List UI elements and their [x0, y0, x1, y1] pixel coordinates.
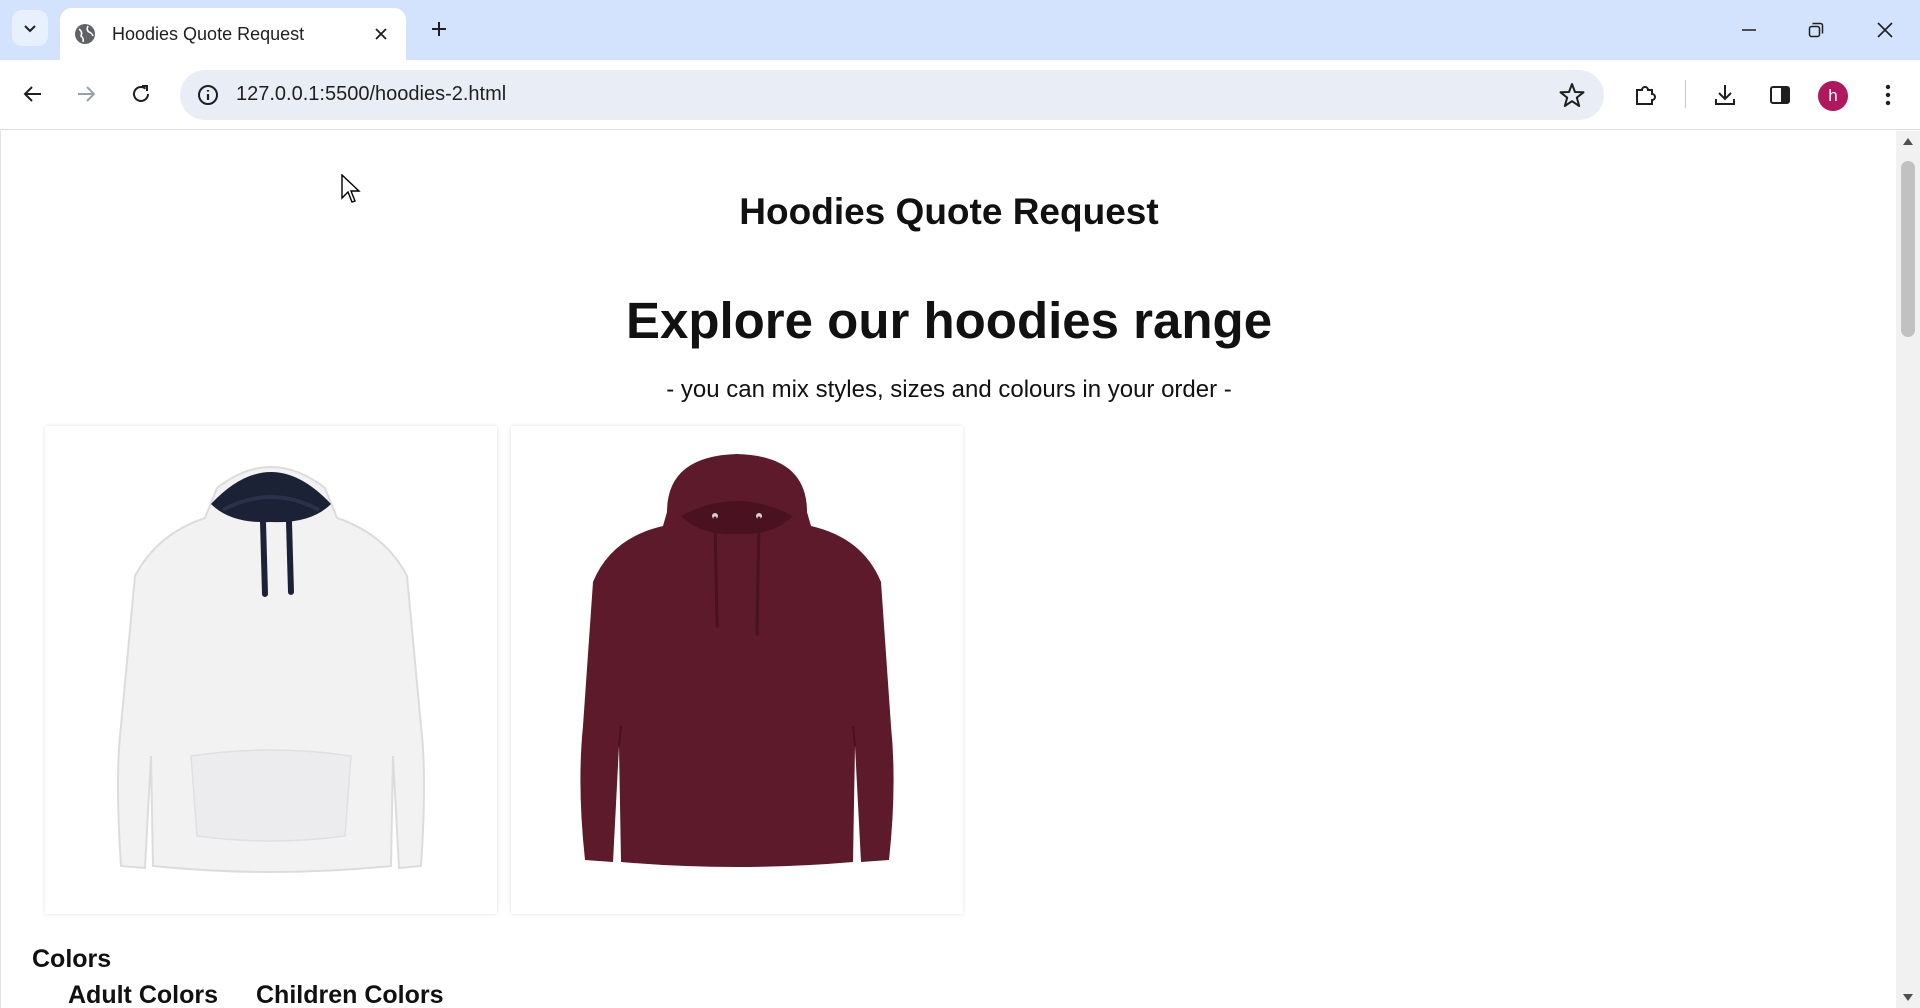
site-info-button[interactable]	[192, 79, 224, 111]
star-icon	[1559, 83, 1585, 107]
page-viewport: Hoodies Quote Request Explore our hoodie…	[0, 131, 1896, 1008]
bookmark-button[interactable]	[1558, 81, 1586, 109]
restore-button[interactable]	[1793, 10, 1839, 50]
minimize-icon	[1742, 29, 1756, 31]
reload-icon	[133, 85, 149, 102]
hero-title: Explore our hoodies range	[625, 292, 1273, 349]
minimize-button[interactable]	[1726, 10, 1772, 50]
arrow-right-icon	[78, 86, 96, 102]
side-panel-icon	[1770, 86, 1790, 104]
reload-button[interactable]	[120, 73, 162, 115]
page-title: Hoodies Quote Request	[739, 191, 1159, 232]
window-close-button[interactable]	[1862, 10, 1908, 50]
white-hoodie-image	[117, 466, 425, 873]
triangle-down-icon	[1903, 994, 1913, 1001]
scroll-down-button[interactable]	[1896, 988, 1920, 1008]
close-icon	[1877, 22, 1893, 38]
product-card[interactable]	[511, 426, 963, 914]
globe-icon	[75, 24, 95, 44]
profile-avatar[interactable]: h	[1818, 81, 1848, 111]
colors-heading: Colors	[32, 945, 112, 973]
product-card[interactable]	[45, 426, 497, 914]
scroll-up-button[interactable]	[1896, 131, 1920, 151]
restore-icon	[1808, 22, 1824, 38]
close-icon	[375, 28, 387, 40]
chevron-down-icon	[24, 25, 36, 33]
address-bar[interactable]: 127.0.0.1:5500/hoodies-2.html	[180, 70, 1604, 120]
mouse-cursor-icon	[341, 174, 361, 203]
hero-subtitle: - you can mix styles, sizes and colours …	[666, 376, 1232, 403]
puzzle-icon	[1636, 86, 1656, 105]
tab-title: Hoodies Quote Request	[112, 23, 305, 44]
back-button[interactable]	[12, 73, 54, 115]
triangle-up-icon	[1903, 138, 1913, 145]
url-text[interactable]: 127.0.0.1:5500/hoodies-2.html	[236, 83, 506, 106]
download-icon	[1715, 85, 1735, 105]
tab-strip: Hoodies Quote Request	[0, 0, 1920, 60]
browser-toolbar: 127.0.0.1:5500/hoodies-2.html	[0, 60, 1920, 130]
new-tab-button[interactable]	[424, 14, 454, 44]
info-icon	[198, 85, 218, 105]
browser-menu-button[interactable]	[1873, 80, 1903, 110]
kebab-menu-icon	[1885, 84, 1891, 106]
scrollbar-thumb[interactable]	[1901, 161, 1915, 337]
tab-close-button[interactable]	[368, 21, 394, 47]
forward-button[interactable]	[65, 73, 107, 115]
burgundy-hoodie-image	[580, 454, 894, 867]
tab-children-colors[interactable]: Children Colors	[256, 981, 444, 1008]
toolbar-separator	[1685, 80, 1686, 108]
extensions-button[interactable]	[1631, 80, 1661, 110]
arrow-left-icon	[23, 86, 41, 102]
tab-active[interactable]: Hoodies Quote Request	[60, 8, 406, 60]
plus-icon	[432, 22, 446, 36]
side-panel-button[interactable]	[1765, 80, 1795, 110]
tab-adult-colors[interactable]: Adult Colors	[68, 981, 218, 1008]
downloads-button[interactable]	[1710, 80, 1740, 110]
page-scrollbar[interactable]	[1896, 131, 1920, 1008]
tab-search-button[interactable]	[12, 10, 48, 46]
